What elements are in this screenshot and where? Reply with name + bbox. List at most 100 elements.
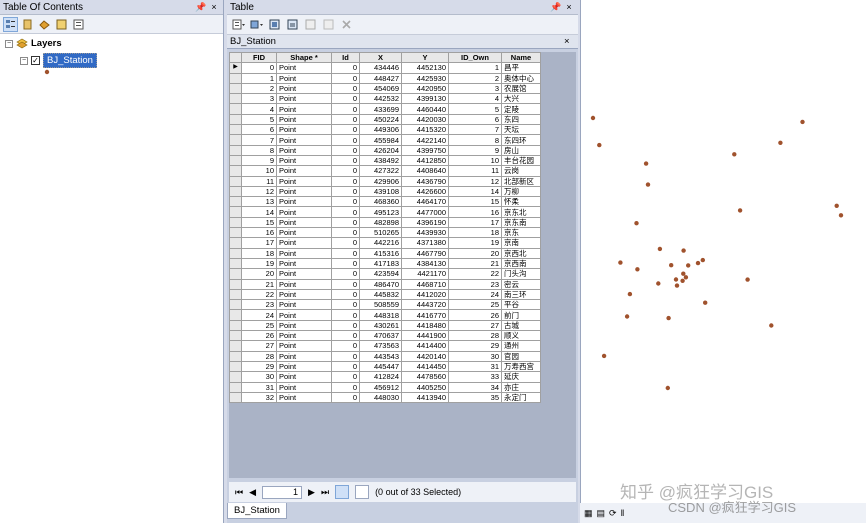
- table-cell[interactable]: Point: [276, 72, 332, 84]
- map-point[interactable]: [634, 221, 639, 226]
- table-cell[interactable]: 东四环: [501, 134, 541, 146]
- table-cell[interactable]: 29: [448, 340, 502, 352]
- table-cell[interactable]: 448318: [359, 309, 402, 321]
- table-cell[interactable]: 北部新区: [501, 175, 541, 187]
- row-selector[interactable]: [229, 319, 242, 332]
- switch-selection-icon[interactable]: [285, 17, 300, 32]
- map-point[interactable]: [681, 248, 686, 253]
- table-cell[interactable]: 508559: [359, 299, 402, 311]
- row-selector[interactable]: [229, 72, 242, 84]
- table-row[interactable]: 32 Point 0 448030 4413940 35 永定门: [229, 391, 541, 404]
- table-cell[interactable]: 27: [241, 340, 277, 352]
- table-cell[interactable]: 0: [331, 237, 360, 249]
- table-cell[interactable]: 0: [331, 165, 360, 177]
- table-cell[interactable]: 4399750: [401, 144, 449, 156]
- show-selected-records-icon[interactable]: [355, 485, 370, 499]
- table-cell[interactable]: 417183: [359, 257, 402, 270]
- table-cell[interactable]: Point: [276, 206, 332, 218]
- layout-view-icon[interactable]: ▤: [597, 508, 606, 519]
- table-cell[interactable]: 473563: [359, 340, 402, 352]
- row-selector[interactable]: [229, 257, 242, 270]
- table-cell[interactable]: 510265: [359, 227, 402, 239]
- table-cell[interactable]: 4418480: [401, 319, 449, 332]
- table-cell[interactable]: 14: [448, 185, 502, 198]
- previous-record-icon[interactable]: ◀: [249, 487, 256, 498]
- table-cell[interactable]: Point: [276, 124, 332, 136]
- map-point[interactable]: [618, 260, 623, 265]
- map-point[interactable]: [686, 263, 691, 268]
- current-record-input[interactable]: 1: [262, 485, 303, 499]
- table-cell[interactable]: 4413940: [401, 391, 449, 404]
- column-header[interactable]: Y: [401, 51, 449, 64]
- table-cell[interactable]: 4399130: [401, 93, 449, 105]
- table-cell[interactable]: 430261: [359, 319, 402, 332]
- table-cell[interactable]: 31: [448, 360, 502, 373]
- table-cell[interactable]: 京西南: [501, 257, 541, 270]
- row-selector[interactable]: [229, 227, 242, 239]
- table-cell[interactable]: Point: [276, 371, 332, 383]
- attribute-grid-container[interactable]: FID Shape * Id X Y ID_Own Name ▶ 0 Point 0 4…: [229, 51, 576, 478]
- table-cell[interactable]: 26: [448, 309, 502, 321]
- map-point[interactable]: [800, 119, 805, 125]
- options-icon[interactable]: [71, 17, 86, 32]
- table-cell[interactable]: 4426600: [401, 185, 449, 198]
- table-cell[interactable]: Point: [276, 144, 332, 156]
- collapse-icon[interactable]: −: [5, 39, 13, 48]
- table-cell[interactable]: Point: [276, 309, 332, 321]
- table-cell[interactable]: 1: [241, 72, 277, 84]
- row-selector[interactable]: [229, 237, 242, 249]
- table-cell[interactable]: 0: [331, 309, 360, 321]
- table-row[interactable]: 6 Point 0 449306 4415320 7 天坛: [229, 124, 541, 136]
- table-cell[interactable]: Point: [276, 237, 332, 249]
- table-row[interactable]: 20 Point 0 423594 4421170 22 门头沟: [229, 268, 541, 280]
- table-row[interactable]: 25 Point 0 430261 4418480 27 古城: [229, 319, 541, 332]
- table-row[interactable]: 15 Point 0 482898 4396190 17 京东南: [229, 216, 541, 229]
- table-cell[interactable]: 4: [448, 93, 502, 105]
- table-cell[interactable]: Point: [276, 154, 332, 167]
- table-cell[interactable]: 0: [331, 340, 360, 352]
- next-record-icon[interactable]: ▶: [308, 487, 315, 498]
- pause-drawing-icon[interactable]: ǁ: [621, 508, 625, 518]
- select-by-attributes-icon[interactable]: [267, 17, 282, 32]
- table-cell[interactable]: 415316: [359, 247, 402, 259]
- map-point[interactable]: [597, 142, 602, 148]
- table-cell[interactable]: 京东南: [501, 216, 541, 229]
- table-cell[interactable]: 21: [448, 257, 502, 270]
- table-cell[interactable]: 427322: [359, 165, 402, 177]
- table-cell[interactable]: 442532: [359, 93, 402, 105]
- table-cell[interactable]: 0: [331, 196, 360, 208]
- table-cell[interactable]: 0: [331, 330, 360, 342]
- table-cell[interactable]: 大兴: [501, 93, 541, 105]
- table-row[interactable]: 17 Point 0 442216 4371380 19 京南: [229, 237, 541, 249]
- table-cell[interactable]: Point: [276, 103, 332, 115]
- row-selector[interactable]: [229, 154, 242, 167]
- table-cell[interactable]: Point: [276, 247, 332, 259]
- table-cell[interactable]: 17: [448, 216, 502, 229]
- table-cell[interactable]: 云岗: [501, 165, 541, 177]
- table-cell[interactable]: 0: [331, 350, 360, 362]
- collapse-icon[interactable]: −: [20, 56, 28, 65]
- table-cell[interactable]: 11: [448, 165, 502, 177]
- show-all-records-icon[interactable]: [335, 485, 350, 499]
- table-cell[interactable]: 天坛: [501, 124, 541, 136]
- table-cell[interactable]: Point: [276, 360, 332, 373]
- table-cell[interactable]: 27: [448, 319, 502, 332]
- row-selector[interactable]: [229, 185, 242, 198]
- table-cell[interactable]: 0: [331, 299, 360, 311]
- row-selector[interactable]: [229, 381, 242, 393]
- delete-selected-icon[interactable]: [339, 17, 354, 32]
- table-row[interactable]: 31 Point 0 456912 4405250 34 亦庄: [229, 381, 541, 393]
- map-point[interactable]: [590, 115, 596, 121]
- table-cell[interactable]: 21: [241, 278, 277, 290]
- layer-name[interactable]: BJ_Station: [43, 53, 97, 68]
- table-row[interactable]: 2 Point 0 454069 4420950 3 农展馆: [229, 82, 541, 95]
- table-cell[interactable]: 0: [331, 227, 360, 239]
- table-row[interactable]: 9 Point 0 438492 4412850 10 丰台花园: [229, 154, 541, 167]
- table-row[interactable]: 3 Point 0 442532 4399130 4 大兴: [229, 93, 541, 105]
- table-cell[interactable]: 9: [241, 154, 277, 167]
- list-by-visibility-icon[interactable]: [37, 17, 52, 32]
- column-header[interactable]: Id: [331, 51, 360, 64]
- table-cell[interactable]: 0: [331, 62, 360, 74]
- map-point[interactable]: [778, 140, 783, 145]
- table-row[interactable]: 4 Point 0 433699 4460440 5 定陵: [229, 103, 541, 115]
